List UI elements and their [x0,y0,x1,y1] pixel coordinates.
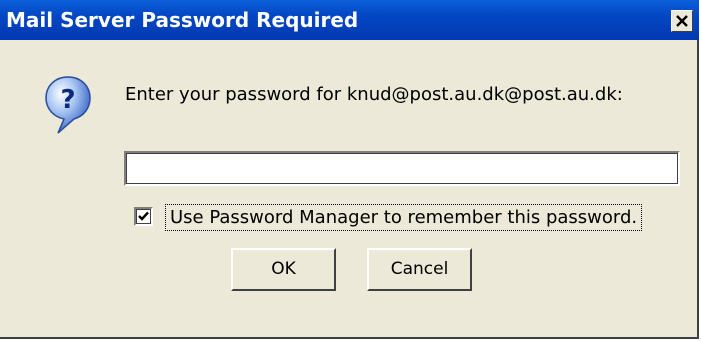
close-button[interactable] [671,10,693,32]
remember-password-checkbox[interactable] [134,207,153,226]
cancel-button[interactable]: Cancel [367,248,472,291]
close-icon [676,15,688,27]
checkmark-icon [138,211,149,221]
password-dialog: Mail Server Password Required ? Enter yo… [0,0,699,339]
question-icon: ? [45,76,91,134]
dialog-title: Mail Server Password Required [6,8,359,32]
password-prompt: Enter your password for knud@post.au.dk@… [125,84,623,105]
svg-text:?: ? [60,85,75,115]
ok-button[interactable]: OK [231,248,336,291]
remember-password-label[interactable]: Use Password Manager to remember this pa… [165,204,643,231]
title-bar[interactable]: Mail Server Password Required [0,0,699,40]
password-input[interactable] [124,151,680,186]
